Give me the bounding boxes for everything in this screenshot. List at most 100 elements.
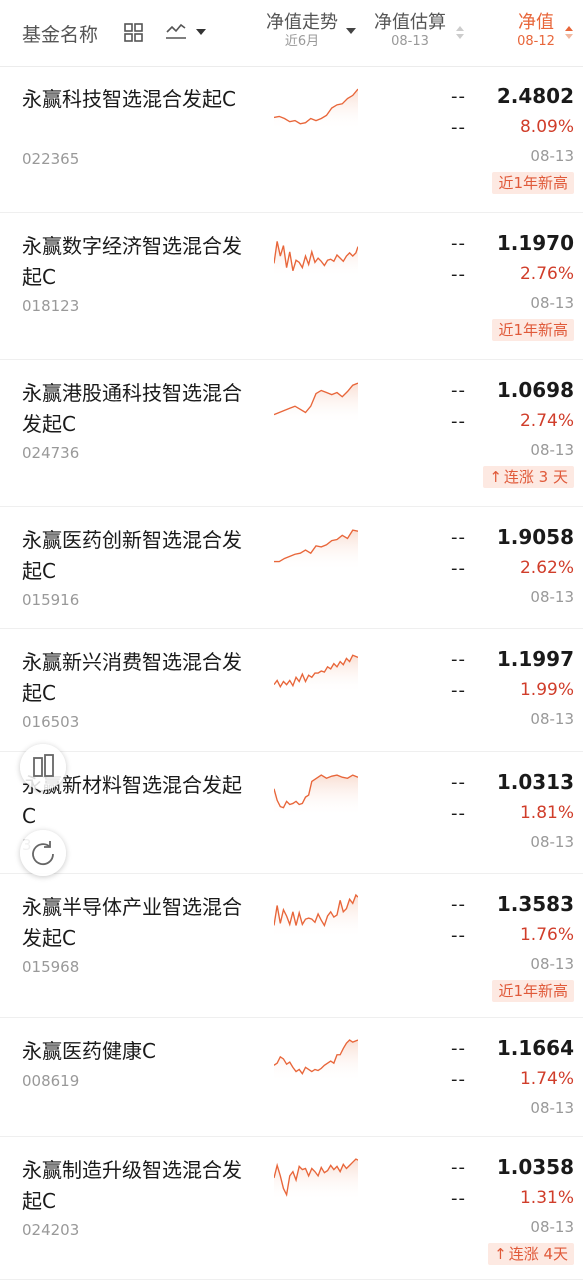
fund-row[interactable]: 永赢半导体产业智选混合发起C 015968 -- -- 1.3583 1.76% 08-13… xyxy=(0,874,583,1018)
nav-trend-sparkline xyxy=(274,893,358,939)
status-badge: 近1年新高 xyxy=(492,172,574,194)
list-header: 基金名称 净值走势 近6月 净值估算 08-13 净值 08-12 xyxy=(0,0,583,67)
header-estimate-label: 净值估算 xyxy=(374,12,446,33)
fund-code: 016503 xyxy=(22,713,80,731)
estimate-change: -- xyxy=(451,803,466,824)
sort-icon[interactable] xyxy=(565,26,573,40)
grid-view-icon[interactable] xyxy=(124,23,143,42)
nav-date: 08-13 xyxy=(530,1099,574,1117)
estimate-value: -- xyxy=(451,772,466,793)
nav-change: 1.99% xyxy=(519,680,574,700)
estimate-change: -- xyxy=(451,117,466,138)
nav-value: 1.1997 xyxy=(496,647,574,671)
fund-name: 永赢科技智选混合发起C xyxy=(22,87,236,111)
nav-date: 08-13 xyxy=(530,441,574,459)
arrow-up-icon: ↑ xyxy=(494,1245,507,1263)
nav-change: 1.74% xyxy=(519,1069,574,1089)
trend-chart-icon[interactable] xyxy=(165,21,187,41)
fund-name: 永赢新兴消费智选混合发起C xyxy=(22,650,242,705)
estimate-change: -- xyxy=(451,1188,466,1209)
header-trend-label: 净值走势 xyxy=(266,12,338,33)
estimate-value: -- xyxy=(451,1038,466,1059)
status-badge-label: 近1年新高 xyxy=(498,982,568,1000)
sort-down-icon xyxy=(346,28,356,34)
header-nav-column[interactable]: 净值 08-12 xyxy=(510,12,562,50)
fund-code: 008619 xyxy=(22,1072,80,1090)
fund-name: 永赢数字经济智选混合发起C xyxy=(22,234,242,289)
header-nav-label: 净值 xyxy=(518,12,554,33)
fund-row[interactable]: 永赢医药健康C 008619 -- -- 1.1664 1.74% 08-13 xyxy=(0,1018,583,1137)
sort-icon[interactable] xyxy=(456,26,464,40)
nav-date: 08-13 xyxy=(530,955,574,973)
estimate-change: -- xyxy=(451,264,466,285)
nav-value: 1.0358 xyxy=(496,1155,574,1179)
compare-icon xyxy=(33,754,54,777)
fund-name: 永赢制造升级智选混合发起C xyxy=(22,1158,242,1213)
nav-value: 1.0698 xyxy=(496,378,574,402)
header-estimate-sub: 08-13 xyxy=(391,34,429,49)
nav-change: 2.76% xyxy=(519,264,574,284)
fund-row[interactable]: 永赢数字经济智选混合发起C 018123 -- -- 1.1970 2.76% 08-13 近… xyxy=(0,213,583,360)
estimate-value: -- xyxy=(451,649,466,670)
nav-value: 1.3583 xyxy=(496,892,574,916)
fund-row[interactable]: 永赢医药创新智选混合发起C 015916 -- -- 1.9058 2.62% 08-13 xyxy=(0,507,583,629)
fund-name: 永赢医药创新智选混合发起C xyxy=(22,528,242,583)
status-badge: ↑ 连涨 3 天 xyxy=(483,466,574,488)
status-badge-label: 连涨 3 天 xyxy=(503,468,568,486)
fund-code: 024736 xyxy=(22,444,80,462)
nav-trend-sparkline xyxy=(274,529,358,572)
estimate-value: -- xyxy=(451,527,466,548)
estimate-value: -- xyxy=(451,894,466,915)
fund-name: 永赢港股通科技智选混合发起C xyxy=(22,381,242,436)
fund-code: 024203 xyxy=(22,1221,80,1239)
status-badge: 近1年新高 xyxy=(492,980,574,1002)
nav-trend-sparkline xyxy=(274,1158,358,1202)
fund-code: 015968 xyxy=(22,958,80,976)
status-badge-label: 连涨 4天 xyxy=(508,1245,568,1263)
estimate-value: -- xyxy=(451,1157,466,1178)
nav-trend-sparkline xyxy=(274,654,358,694)
nav-date: 08-13 xyxy=(530,710,574,728)
nav-value: 1.1664 xyxy=(496,1036,574,1060)
fund-row[interactable]: 永赢制造升级智选混合发起C 024203 -- -- 1.0358 1.31% 08-13 ↑… xyxy=(0,1137,583,1280)
chevron-down-icon[interactable] xyxy=(196,29,206,35)
estimate-change: -- xyxy=(451,558,466,579)
status-badge: 近1年新高 xyxy=(492,319,574,341)
nav-trend-sparkline xyxy=(274,382,358,425)
header-nav-sub: 08-12 xyxy=(517,34,555,49)
header-estimate-column[interactable]: 净值估算 08-13 xyxy=(368,12,452,50)
header-trend-sub: 近6月 xyxy=(284,34,320,49)
nav-value: 1.1970 xyxy=(496,231,574,255)
estimate-change: -- xyxy=(451,1069,466,1090)
fund-code: 015916 xyxy=(22,591,80,609)
fund-code: 018123 xyxy=(22,297,80,315)
nav-date: 08-13 xyxy=(530,147,574,165)
header-fund-name: 基金名称 xyxy=(22,24,99,46)
nav-change: 2.74% xyxy=(519,411,574,431)
nav-value: 1.9058 xyxy=(496,525,574,549)
nav-trend-sparkline xyxy=(274,774,358,817)
estimate-value: -- xyxy=(451,380,466,401)
nav-trend-sparkline xyxy=(274,88,358,131)
nav-value: 2.4802 xyxy=(496,84,574,108)
refresh-icon xyxy=(32,841,54,866)
nav-date: 08-13 xyxy=(530,294,574,312)
fund-code: 022365 xyxy=(22,150,80,168)
fund-row[interactable]: 永赢新材料智选混合发起C3----1.03131.81%08-13 xyxy=(0,752,583,874)
nav-date: 08-13 xyxy=(530,833,574,851)
fund-row[interactable]: 永赢科技智选混合发起C 022365 -- -- 2.4802 8.09% 08-13 近1年… xyxy=(0,66,583,213)
estimate-change: -- xyxy=(451,680,466,701)
estimate-change: -- xyxy=(451,411,466,432)
nav-change: 1.31% xyxy=(519,1188,574,1208)
refresh-button[interactable] xyxy=(20,830,66,876)
nav-change: 1.81% xyxy=(519,803,574,823)
estimate-value: -- xyxy=(451,86,466,107)
nav-change: 1.76% xyxy=(519,925,574,945)
header-trend-column[interactable]: 净值走势 近6月 xyxy=(262,12,356,50)
status-badge-label: 近1年新高 xyxy=(498,321,568,339)
fund-row[interactable]: 永赢港股通科技智选混合发起C 024736 -- -- 1.0698 2.74% 08-13… xyxy=(0,360,583,507)
fund-row[interactable]: 永赢新兴消费智选混合发起C 016503 -- -- 1.1997 1.99% 08-13 xyxy=(0,629,583,752)
arrow-up-icon: ↑ xyxy=(489,468,502,486)
nav-trend-sparkline xyxy=(274,1039,358,1083)
compare-button[interactable] xyxy=(20,744,66,790)
